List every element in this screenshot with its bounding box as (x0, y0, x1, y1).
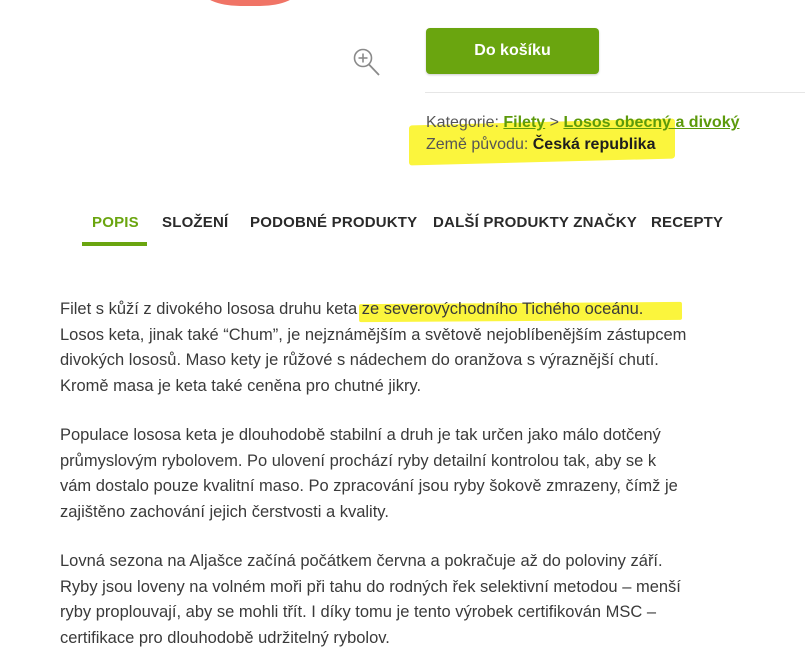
description-paragraph-2: Populace lososa keta je dlouhodobě stabi… (60, 423, 760, 525)
zoom-in-icon[interactable] (352, 47, 382, 79)
text-line: Filet s kůží z divokého lososa druhu ket… (60, 300, 644, 318)
origin-label: Země původu: (426, 136, 529, 153)
tab-slozeni[interactable]: SLOŽENÍ (162, 214, 228, 231)
description-paragraph-1: Filet s kůží z divokého lososa druhu ket… (60, 297, 760, 399)
text-line: zajištěno zachování jejich čerstvosti a … (60, 502, 389, 521)
tab-popis[interactable]: POPIS (92, 214, 139, 231)
divider (425, 92, 805, 93)
tab-dalsi-produkty-znacky[interactable]: DALŠÍ PRODUKTY ZNAČKY (433, 214, 637, 231)
text-line: Losos keta, jinak také “Chum”, je nejzná… (60, 325, 687, 344)
text-line: Populace lososa keta je dlouhodobě stabi… (60, 426, 661, 444)
add-to-cart-button[interactable]: Do košíku (426, 28, 599, 74)
text-line: Lovná sezona na Aljašce začíná počátkem … (60, 552, 663, 570)
tab-recepty[interactable]: RECEPTY (651, 214, 723, 231)
text-line: Ryby jsou loveny na volném moři při tahu… (60, 577, 681, 596)
text-line: certifikace pro dlouhodobě udržitelný ry… (60, 628, 390, 647)
text-line: ryby proplouvají, aby se mohli třít. I d… (60, 603, 657, 621)
tab-podobne-produkty[interactable]: PODOBNÉ PRODUKTY (250, 214, 417, 231)
highlighted-text: ze severovýchodního Tichého oceánu. (361, 300, 644, 318)
origin-value: Česká republika (532, 136, 656, 153)
category-link-losos[interactable]: Losos obecný a divoký (563, 114, 739, 131)
description-paragraph-3: Lovná sezona na Aljašce začíná počátkem … (60, 549, 760, 651)
category-label: Kategorie: (426, 114, 499, 131)
active-tab-indicator (82, 242, 147, 246)
product-image-edge (200, 0, 300, 6)
category-separator: > (549, 114, 559, 131)
product-categories: Kategorie: Filety > Losos obecný a divok… (426, 114, 740, 132)
category-link-filety[interactable]: Filety (503, 114, 545, 131)
product-origin: Země původu: Česká republika (426, 136, 655, 154)
text-line: vám dostalo pouze kvalitní maso. Po zpra… (60, 477, 678, 495)
text-line: divokých lososů. Maso kety je růžové s n… (60, 351, 659, 369)
text-line: průmyslovým rybolovem. Po ulovení prochá… (60, 451, 657, 470)
text-line: Kromě masa je keta také ceněna pro chutn… (60, 376, 422, 395)
